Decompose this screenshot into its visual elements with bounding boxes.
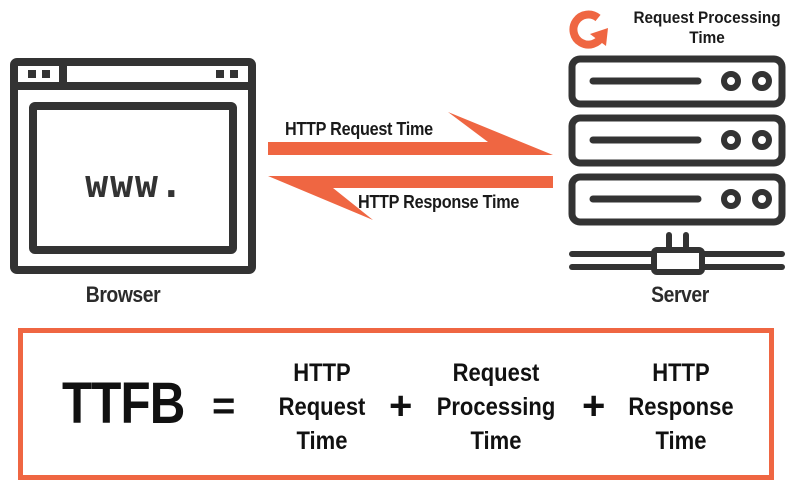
processing-label-line1: Request Processing <box>633 8 781 27</box>
plus-sign: + <box>582 384 606 428</box>
term-line: Time <box>296 427 348 455</box>
term-line: Response <box>628 393 734 421</box>
formula-term-request: HTTP Request Time <box>260 356 383 458</box>
server-icon <box>568 55 786 275</box>
browser-label: Browser <box>85 282 161 307</box>
server-label: Server <box>651 282 709 307</box>
term-line: Time <box>470 427 522 455</box>
term-line: Request <box>278 393 366 421</box>
www-text: www. <box>85 162 185 206</box>
formula-term-processing: Request Processing Time <box>426 356 567 458</box>
term-line: Time <box>655 427 707 455</box>
response-time-label: HTTP Response Time <box>358 192 520 212</box>
term-line: Request <box>452 359 540 387</box>
term-line: Processing <box>436 393 556 421</box>
equals-sign: = <box>212 384 236 428</box>
processing-time-label: Request Processing Time <box>622 8 793 48</box>
plus-sign: + <box>389 384 413 428</box>
term-line: HTTP <box>293 359 351 387</box>
refresh-icon <box>569 10 608 49</box>
processing-label-line2: Time <box>689 28 725 47</box>
request-time-label: HTTP Request Time <box>285 119 433 139</box>
term-line: HTTP <box>652 359 710 387</box>
formula-term-response: HTTP Response Time <box>615 356 747 458</box>
ttfb-term: TTFB <box>62 371 185 436</box>
